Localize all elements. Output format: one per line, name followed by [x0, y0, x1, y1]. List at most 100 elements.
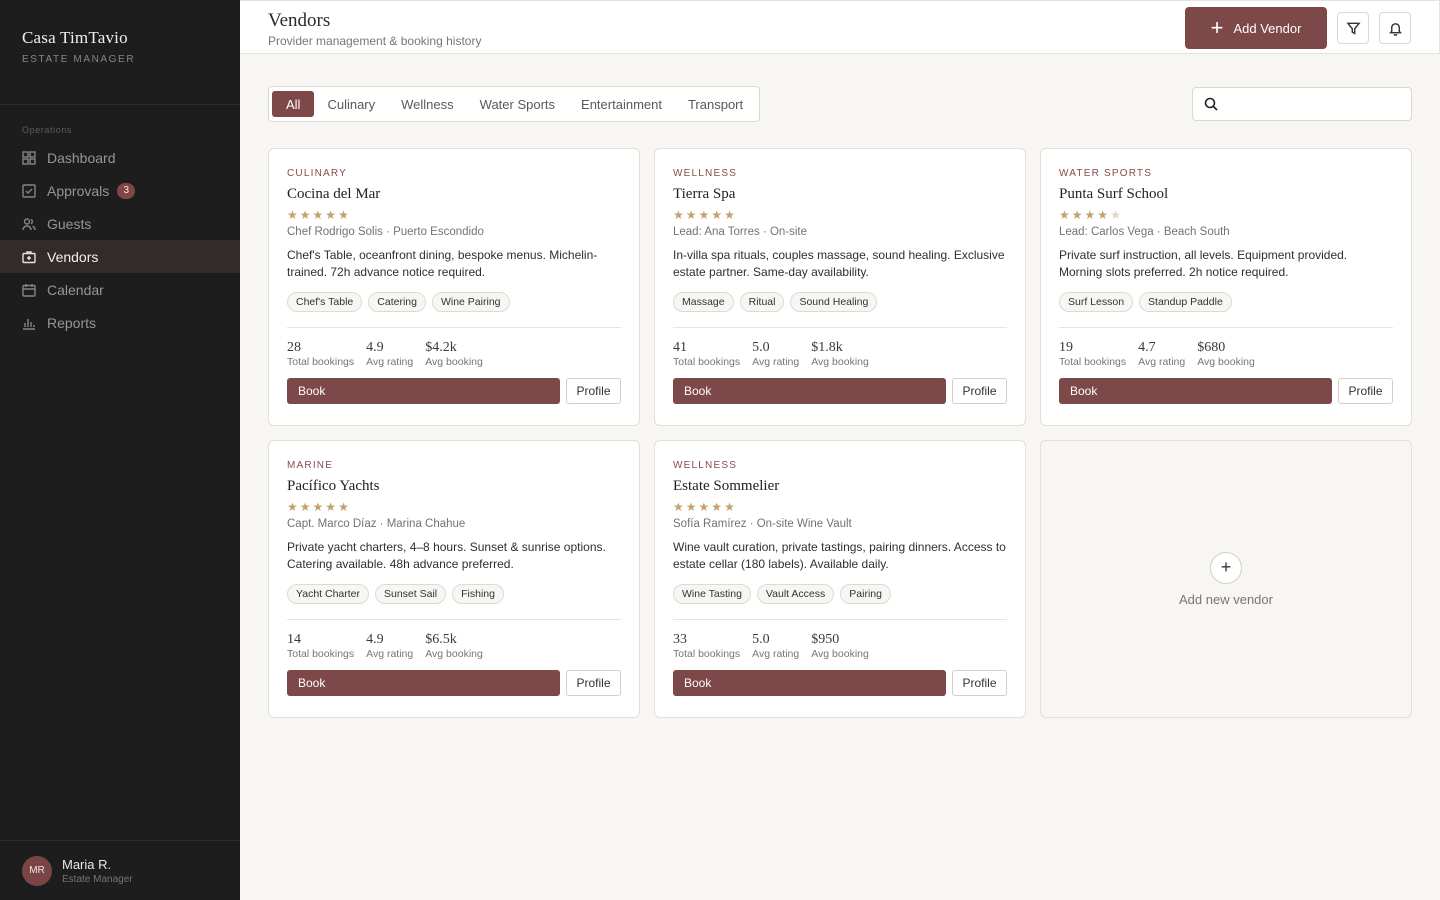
- search-input[interactable]: [1226, 96, 1406, 112]
- tab-all[interactable]: All: [272, 91, 315, 117]
- stat-value: 41: [673, 340, 687, 355]
- vendor-tag: Wine Tasting: [673, 584, 751, 604]
- add-vendor-label: Add Vendor: [1233, 20, 1302, 36]
- stat-avg-booking: $4.2k Avg booking: [425, 340, 483, 368]
- star-icon: ★: [325, 500, 339, 514]
- sidebar-item-approvals[interactable]: Approvals 3: [0, 174, 240, 207]
- stat-avg-booking: $680 Avg booking: [1197, 340, 1255, 368]
- grid-icon: [22, 150, 36, 165]
- vendor-tag: Chef's Table: [287, 292, 363, 312]
- plus-icon: +: [1210, 551, 1242, 584]
- plus-icon: +: [1210, 15, 1224, 40]
- tab-wellness[interactable]: Wellness: [388, 91, 467, 117]
- vendor-card: WATER SPORTS Punta Surf School ★★★★★ Lea…: [1040, 148, 1412, 426]
- vendor-tag: Surf Lesson: [1059, 292, 1134, 312]
- vendor-meta: Lead: Carlos Vega · Beach South: [1059, 226, 1230, 238]
- add-new-vendor-card[interactable]: + Add new vendor: [1040, 440, 1412, 718]
- sidebar-item-guests[interactable]: Guests: [0, 207, 240, 240]
- vendor-card: CULINARY Cocina del Mar ★★★★★ Chef Rodri…: [268, 148, 640, 426]
- user-role: Estate Manager: [62, 873, 133, 885]
- stat-label: Total bookings: [287, 356, 355, 368]
- sidebar-item-calendar[interactable]: Calendar: [0, 273, 240, 306]
- star-icon: ★: [287, 500, 300, 514]
- sidebar-item-label: Calendar: [47, 281, 104, 298]
- book-button[interactable]: Book: [673, 670, 946, 696]
- stat-label: Avg booking: [811, 356, 869, 368]
- tab-water-sports[interactable]: Water Sports: [467, 91, 568, 117]
- book-button[interactable]: Book: [287, 670, 560, 696]
- book-button[interactable]: Book: [287, 378, 560, 404]
- card-actions: Book Profile: [287, 378, 621, 404]
- sidebar-item-vendors[interactable]: Vendors: [0, 240, 240, 273]
- profile-button[interactable]: Profile: [952, 670, 1007, 696]
- star-icon: ★: [1097, 208, 1111, 222]
- card-divider: [287, 619, 621, 620]
- vendor-tag: Catering: [368, 292, 426, 312]
- stat-value: 4.7: [1138, 340, 1156, 355]
- filter-button[interactable]: [1337, 12, 1369, 44]
- vendor-name: Estate Sommelier: [673, 478, 780, 494]
- stat-avg-rating: 4.9 Avg rating: [366, 632, 413, 660]
- brand-name: Casa TimTavio: [22, 28, 128, 47]
- stat-avg-rating: 4.7 Avg rating: [1138, 340, 1185, 368]
- add-vendor-button[interactable]: + Add Vendor: [1185, 7, 1327, 49]
- user-name: Maria R.: [62, 856, 112, 872]
- vendor-category: MARINE: [287, 460, 334, 471]
- notifications-button[interactable]: [1379, 12, 1411, 44]
- card-divider: [287, 327, 621, 328]
- star-icon: ★: [685, 500, 699, 514]
- rating-stars: ★★★★★: [287, 500, 621, 514]
- vendor-tag: Sunset Sail: [375, 584, 447, 604]
- star-icon: ★: [299, 208, 313, 222]
- profile-button[interactable]: Profile: [1338, 378, 1393, 404]
- card-actions: Book Profile: [1059, 378, 1393, 404]
- vendor-tag: Fishing: [452, 584, 504, 604]
- stat-label: Avg booking: [425, 356, 483, 368]
- rating-stars: ★★★★★: [673, 208, 1007, 222]
- tab-culinary[interactable]: Culinary: [314, 91, 388, 117]
- sidebar-item-label: Approvals: [47, 182, 110, 199]
- star-icon: ★: [1071, 208, 1085, 222]
- sidebar-item-label: Guests: [47, 215, 92, 232]
- book-button[interactable]: Book: [673, 378, 946, 404]
- stat-avg-rating: 5.0 Avg rating: [752, 632, 799, 660]
- stat-value: $680: [1197, 340, 1226, 355]
- sidebar-item-reports[interactable]: Reports: [0, 306, 240, 339]
- vendor-tag: Sound Healing: [790, 292, 878, 312]
- stat-avg-booking: $950 Avg booking: [811, 632, 869, 660]
- stat-value: 33: [673, 632, 687, 647]
- stat-value: $1.8k: [811, 340, 843, 355]
- star-icon: ★: [724, 208, 737, 222]
- vendor-stats: 28 Total bookings 4.9 Avg rating $4.2k A…: [287, 340, 621, 368]
- tab-transport[interactable]: Transport: [675, 91, 756, 117]
- stat-total-bookings: 14 Total bookings: [287, 632, 354, 660]
- vendor-meta: Capt. Marco Díaz · Marina Chahue: [287, 518, 466, 530]
- rating-stars: ★★★★★: [287, 208, 621, 222]
- profile-button[interactable]: Profile: [566, 378, 621, 404]
- stat-label: Avg booking: [1197, 356, 1255, 368]
- stat-value: 4.9: [366, 340, 384, 355]
- star-icon: ★: [312, 500, 326, 514]
- page-title: Vendors: [268, 10, 331, 31]
- vendor-meta: Chef Rodrigo Solis · Puerto Escondido: [287, 226, 484, 238]
- sidebar-item-dashboard[interactable]: Dashboard: [0, 141, 240, 174]
- vendor-tags: Yacht Charter Sunset Sail Fishing: [287, 584, 621, 604]
- vendor-category: WATER SPORTS: [1059, 168, 1153, 179]
- vendor-meta: Lead: Ana Torres · On-site: [673, 226, 808, 238]
- vendor-description: Chef's Table, oceanfront dining, bespoke…: [287, 248, 598, 279]
- vendor-description: Private surf instruction, all levels. Eq…: [1059, 248, 1348, 279]
- vendor-category: CULINARY: [287, 168, 347, 179]
- profile-button[interactable]: Profile: [952, 378, 1007, 404]
- search-box: [1192, 87, 1412, 121]
- vendor-tag: Yacht Charter: [287, 584, 369, 604]
- card-divider: [1059, 327, 1393, 328]
- star-icon: ★: [1059, 208, 1072, 222]
- user-profile[interactable]: MR Maria R. Estate Manager: [0, 840, 240, 900]
- profile-button[interactable]: Profile: [566, 670, 621, 696]
- star-icon: ★: [325, 208, 339, 222]
- stat-label: Total bookings: [673, 648, 741, 660]
- tab-entertainment[interactable]: Entertainment: [568, 91, 675, 117]
- briefcase-icon: [22, 250, 36, 263]
- stat-label: Total bookings: [287, 648, 355, 660]
- book-button[interactable]: Book: [1059, 378, 1332, 404]
